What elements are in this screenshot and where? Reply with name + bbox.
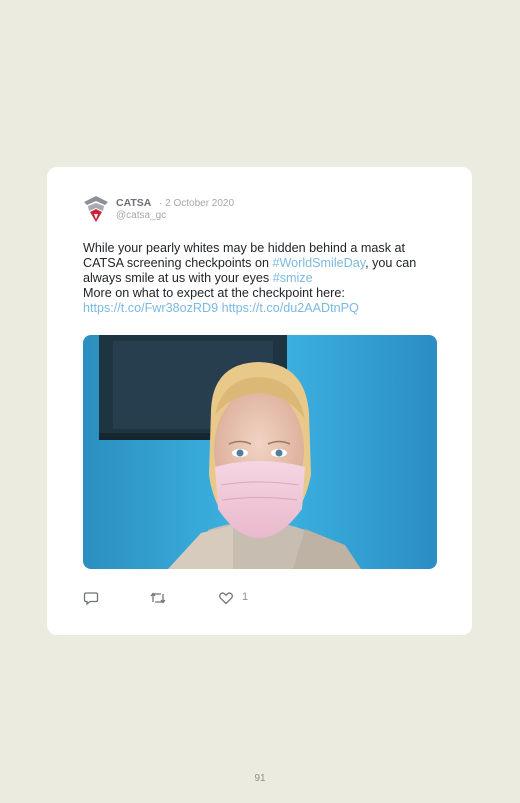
page-number: 91 <box>254 773 266 784</box>
catsa-logo-avatar[interactable] <box>83 195 109 223</box>
retweet-icon[interactable] <box>149 590 167 608</box>
author-name[interactable]: CATSA <box>116 197 151 209</box>
like-icon[interactable] <box>218 590 234 608</box>
like-count: 1 <box>242 591 249 603</box>
tweet-link-2[interactable]: https://t.co/du2AADtnPQ <box>222 301 359 315</box>
author-handle[interactable]: @catsa_gc <box>116 210 166 221</box>
tweet-link-1[interactable]: https://t.co/Fwr38ozRD9 <box>83 301 218 315</box>
hashtag-smize[interactable]: #smize <box>273 271 313 285</box>
tweet-actions: 1 <box>83 590 443 610</box>
hashtag-worldsmileday[interactable]: #WorldSmileDay <box>272 256 365 270</box>
tweet-photo[interactable] <box>83 335 437 569</box>
tweet-date[interactable]: · 2 October 2020 <box>159 198 234 209</box>
tweet-card: CATSA · 2 October 2020 @catsa_gc While y… <box>47 167 472 635</box>
tweet-text-part: More on what to expect at the checkpoint… <box>83 286 345 300</box>
tweet-text: While your pearly whites may be hidden b… <box>83 241 443 316</box>
reply-icon[interactable] <box>83 590 99 608</box>
